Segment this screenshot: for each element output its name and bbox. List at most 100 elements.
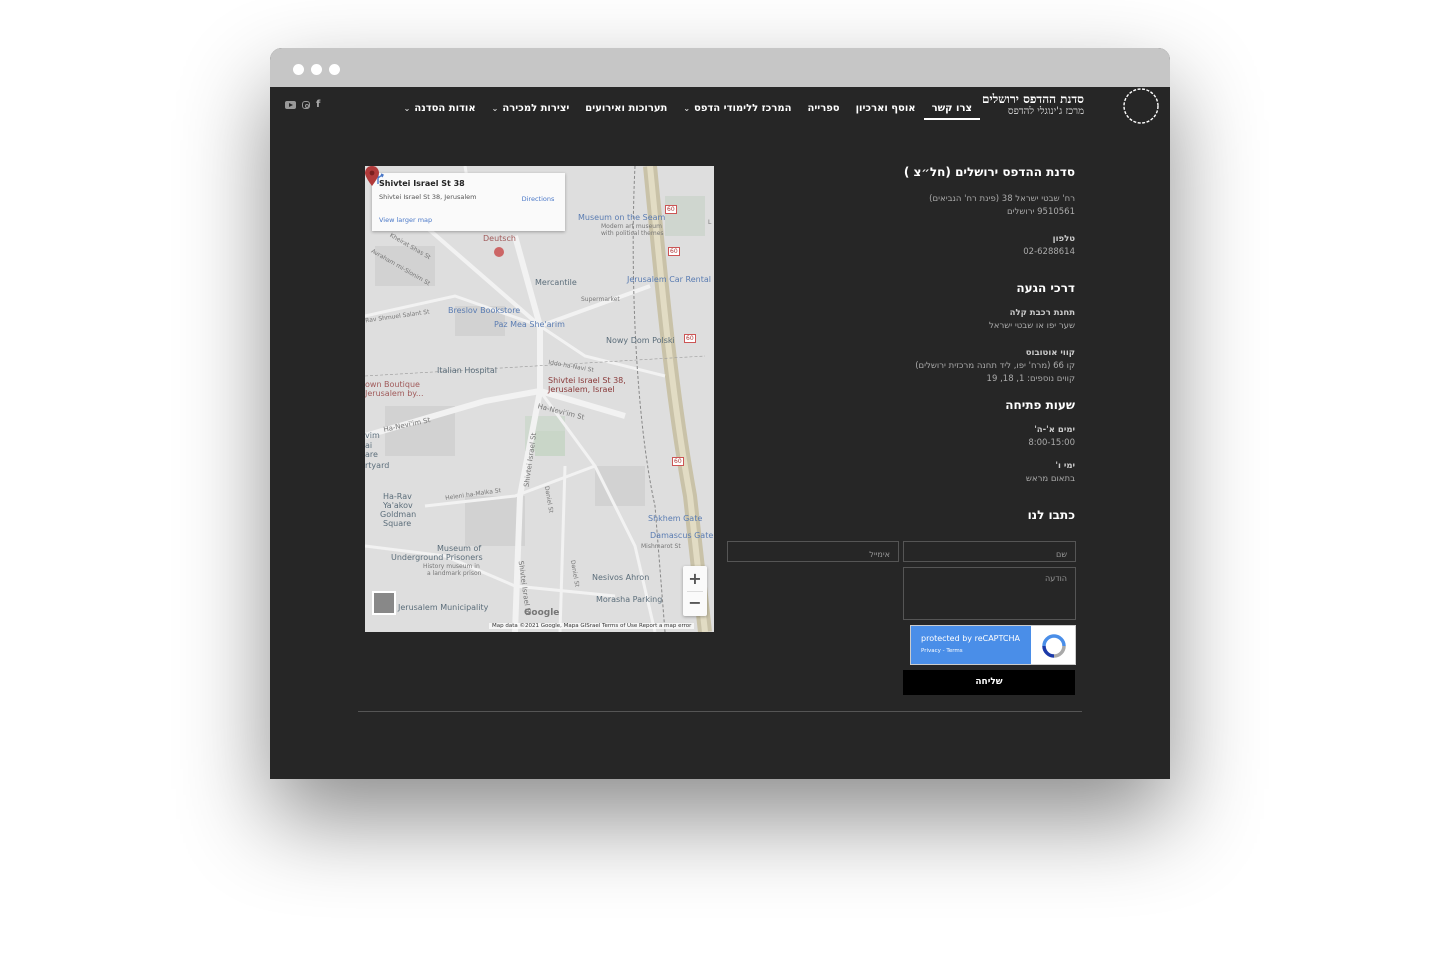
logo-ring-icon[interactable] <box>1120 87 1162 129</box>
days2-value: בתאום מראש <box>1025 474 1075 484</box>
nav-item-works-for-sale[interactable]: יצירות למכירה ⌄ <box>484 103 578 114</box>
name-field[interactable] <box>903 541 1076 564</box>
map-label: Italian Hospital <box>437 366 497 375</box>
address-line-1: רח' שבטי ישראל 38 (פינת רח' הנביאים) <box>929 194 1075 204</box>
brand[interactable]: סדנת ההדפס ירושלים מרכז ג'ינוגלי להדפס <box>982 92 1084 118</box>
days1-label: ימים א'-ה' <box>1034 425 1075 435</box>
submit-button[interactable]: שליחה <box>903 670 1075 695</box>
window-dot-close[interactable] <box>293 64 304 75</box>
lightrail-value: שער יפו או שבטי ישראל <box>988 321 1075 331</box>
recaptcha-links[interactable]: Privacy - Terms <box>921 648 963 654</box>
map-label: a landmark prison <box>427 570 482 577</box>
days1-value: 8:00-15:00 <box>1028 438 1075 448</box>
google-map[interactable]: Shivtei Israel St 38 Shivtei Israel St 3… <box>365 166 714 632</box>
youtube-icon[interactable] <box>285 101 296 109</box>
address-line-2: 9510561 ירושלים <box>1007 207 1075 217</box>
map-label: are <box>365 450 378 459</box>
map-label: vim <box>365 431 380 440</box>
name-input[interactable] <box>904 545 1075 564</box>
map-label: Goldman <box>380 510 417 519</box>
map-satellite-toggle[interactable] <box>372 591 396 615</box>
map-pin-label-line: Jerusalem, Israel <box>548 385 615 394</box>
map-label: Ya'akov <box>383 501 413 510</box>
nav-item-contact[interactable]: צרו קשר <box>923 103 980 120</box>
message-textarea[interactable] <box>904 568 1075 619</box>
map-label: Mishmarot St <box>641 543 681 550</box>
nav-item-archive[interactable]: אוסף וארכיון <box>848 103 924 114</box>
bus-label: קווי אוטובוס <box>1025 348 1075 358</box>
days2-label: ימי ו' <box>1055 461 1075 471</box>
nav-item-about[interactable]: אודות הסדנה ⌄ <box>396 103 484 114</box>
site-page: סדנת ההדפס ירושלים מרכז ג'ינוגלי להדפס א… <box>270 87 1170 779</box>
nav-item-library[interactable]: ספרייה <box>799 103 847 114</box>
map-label: Modern art museum <box>601 223 662 230</box>
nav-item-exhibitions[interactable]: תערוכות ואירועים <box>577 103 675 114</box>
google-logo: Google <box>524 608 560 618</box>
recaptcha-badge[interactable]: protected by reCAPTCHA Privacy - Terms <box>910 625 1076 665</box>
hours-title: שעות פתיחה <box>1005 398 1075 412</box>
brand-title: סדנת ההדפס ירושלים <box>982 92 1084 106</box>
map-zoom-control: + − <box>683 566 707 616</box>
site-header: סדנת ההדפס ירושלים מרכז ג'ינוגלי להדפס א… <box>270 87 1170 129</box>
directions-title: דרכי הגעה <box>1016 281 1075 295</box>
map-label: Morasha Parking <box>596 595 663 604</box>
browser-window: סדנת ההדפס ירושלים מרכז ג'ינוגלי להדפס א… <box>270 48 1170 779</box>
road-sign: 60 <box>684 334 696 343</box>
email-input[interactable] <box>728 545 898 564</box>
road-sign: 60 <box>668 247 680 256</box>
map-pin-icon[interactable] <box>365 166 379 186</box>
main-nav: אודות הסדנה ⌄ יצירות למכירה ⌄ תערוכות וא… <box>396 97 980 120</box>
phone-label: טלפון <box>1052 234 1075 244</box>
brand-subtitle: מרכז ג'ינוגלי להדפס <box>1007 106 1084 117</box>
map-label: Jerusalem by... <box>365 389 424 398</box>
map-footer[interactable]: Map data ©2021 Google, Mapa GISrael Term… <box>489 623 695 629</box>
map-label: Jerusalem Municipality <box>398 603 489 612</box>
recaptcha-panel: protected by reCAPTCHA Privacy - Terms <box>911 626 1031 664</box>
instagram-icon[interactable] <box>302 101 310 109</box>
map-label: Damascus Gate <box>650 531 714 540</box>
map-pin-label: Shivtei Israel St 38, Jerusalem, Israel <box>548 376 626 394</box>
phone-value[interactable]: 02-6288614 <box>775 246 1075 259</box>
facebook-icon[interactable]: f <box>316 100 320 110</box>
contact-title: כתבו לנו <box>1027 508 1075 522</box>
view-larger-map-link[interactable]: View larger map <box>379 216 432 224</box>
email-field[interactable] <box>727 541 899 564</box>
window-dot-maximize[interactable] <box>329 64 340 75</box>
social-links: f <box>285 100 320 110</box>
zoom-out-button[interactable]: − <box>683 592 707 616</box>
map-label: Museum on the Seam <box>578 213 666 222</box>
org-title: סדנת ההדפס ירושלים (חל״צ ) <box>903 165 1075 179</box>
map-label: Museum of <box>437 544 482 553</box>
map-label: own Boutique <box>365 380 420 389</box>
map-label: Breslov Bookstore <box>448 306 521 315</box>
nav-item-study-center[interactable]: המרכז ללימודי הדפס ⌄ <box>675 103 799 114</box>
map-label: Supermarket <box>581 296 620 303</box>
message-field[interactable] <box>903 567 1076 620</box>
map-label: Paz Mea She'arim <box>494 320 565 329</box>
directions-link[interactable]: Directions <box>518 195 558 203</box>
browser-chrome <box>270 48 1170 87</box>
window-dot-minimize[interactable] <box>311 64 322 75</box>
zoom-in-button[interactable]: + <box>683 566 707 591</box>
map-info-window: Shivtei Israel St 38 Shivtei Israel St 3… <box>372 173 565 231</box>
map-info-title: Shivtei Israel St 38 <box>379 179 465 188</box>
map-label: History museum in <box>423 563 480 570</box>
nav-label: ספרייה <box>807 103 840 114</box>
map-label: Deutsch <box>483 234 516 243</box>
map-label: Nesivos Ahron <box>592 573 650 582</box>
lightrail-label: תחנת רכבת קלה <box>1009 308 1075 318</box>
map-label: Jerusalem Car Rental <box>627 275 711 284</box>
nav-label: אוסף וארכיון <box>855 103 916 114</box>
map-label: Underground Prisoners <box>391 553 483 562</box>
contact-info: סדנת ההדפס ירושלים (חל״צ ) רח' שבטי ישרא… <box>775 165 1075 522</box>
footer-divider <box>358 711 1082 712</box>
map-label: with political themes <box>601 230 664 237</box>
map-label: rtyard <box>365 461 390 470</box>
nav-label: תערוכות ואירועים <box>585 103 668 114</box>
map-label: Ha-Rav <box>383 492 412 501</box>
map-label: L <box>708 219 712 226</box>
recaptcha-icon <box>1042 634 1066 658</box>
bus-value-2: קווים נוספים: 1, 18, 19 <box>986 374 1075 384</box>
recaptcha-text: protected by reCAPTCHA <box>921 634 1020 643</box>
map-label: Nowy Dom Polski <box>606 336 675 345</box>
